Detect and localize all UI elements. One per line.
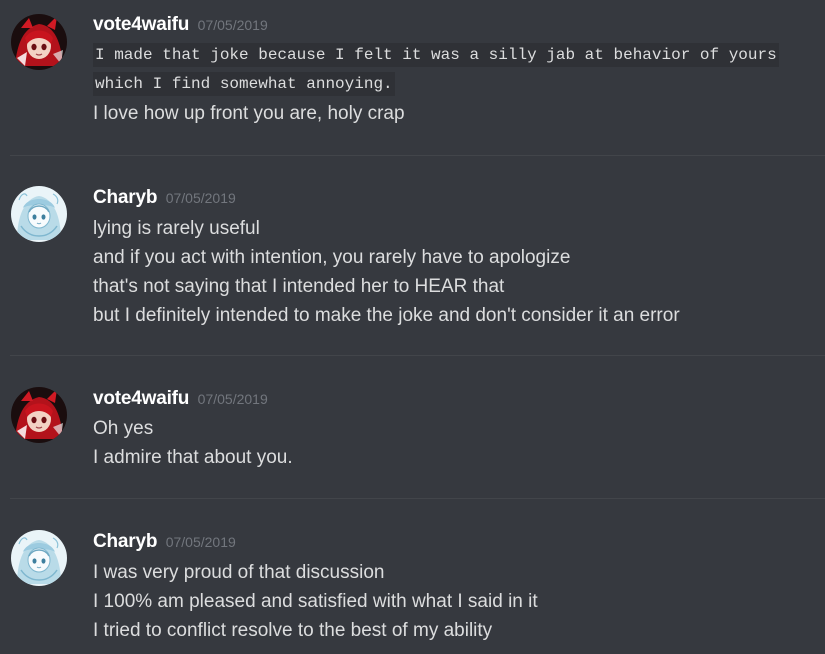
message-divider xyxy=(10,355,825,356)
message-line: I admire that about you. xyxy=(93,447,293,468)
timestamp: 07/05/2019 xyxy=(197,391,268,407)
message-divider xyxy=(10,498,825,499)
message-line: I tried to conflict resolve to the best … xyxy=(93,620,493,641)
message-content: Charyb 07/05/2019 lying is rarely useful… xyxy=(93,185,825,330)
message-line: I 100% am pleased and satisfied with wha… xyxy=(93,591,538,612)
blue-sketch-anime-avatar-icon[interactable] xyxy=(11,530,67,586)
username[interactable]: vote4waifu xyxy=(93,14,189,35)
blue-sketch-anime-avatar-icon[interactable] xyxy=(11,186,67,242)
timestamp: 07/05/2019 xyxy=(197,17,268,33)
message-header: Charyb 07/05/2019 xyxy=(93,185,825,211)
message-header: Charyb 07/05/2019 xyxy=(93,529,825,555)
message-line: I love how up front you are, holy crap xyxy=(93,103,405,124)
message-line: and if you act with intention, you rarel… xyxy=(93,247,571,268)
timestamp: 07/05/2019 xyxy=(165,534,236,550)
message-line: Oh yes xyxy=(93,418,154,439)
message-content: Charyb 07/05/2019 I was very proud of th… xyxy=(93,529,825,645)
username[interactable]: vote4waifu xyxy=(93,388,189,409)
inline-code-line: which I find somewhat annoying. xyxy=(93,70,825,99)
chat-message-list: vote4waifu 07/05/2019 I made that joke b… xyxy=(0,0,825,654)
message-line: lying is rarely useful xyxy=(93,218,260,239)
message-content: vote4waifu 07/05/2019 I made that joke b… xyxy=(93,12,825,128)
red-haired-anime-avatar-icon[interactable] xyxy=(11,387,67,443)
message-header: vote4waifu 07/05/2019 xyxy=(93,12,825,38)
message-divider xyxy=(10,155,825,156)
username[interactable]: Charyb xyxy=(93,187,157,208)
username[interactable]: Charyb xyxy=(93,531,157,552)
message-header: vote4waifu 07/05/2019 xyxy=(93,386,825,412)
message-line: but I definitely intended to make the jo… xyxy=(93,305,680,326)
inline-code-line: I made that joke because I felt it was a… xyxy=(93,41,825,70)
red-haired-anime-avatar-icon[interactable] xyxy=(11,14,67,70)
message-line: I was very proud of that discussion xyxy=(93,562,385,583)
message-content: vote4waifu 07/05/2019 Oh yes I admire th… xyxy=(93,386,825,472)
timestamp: 07/05/2019 xyxy=(165,190,236,206)
message-line: that's not saying that I intended her to… xyxy=(93,276,505,297)
